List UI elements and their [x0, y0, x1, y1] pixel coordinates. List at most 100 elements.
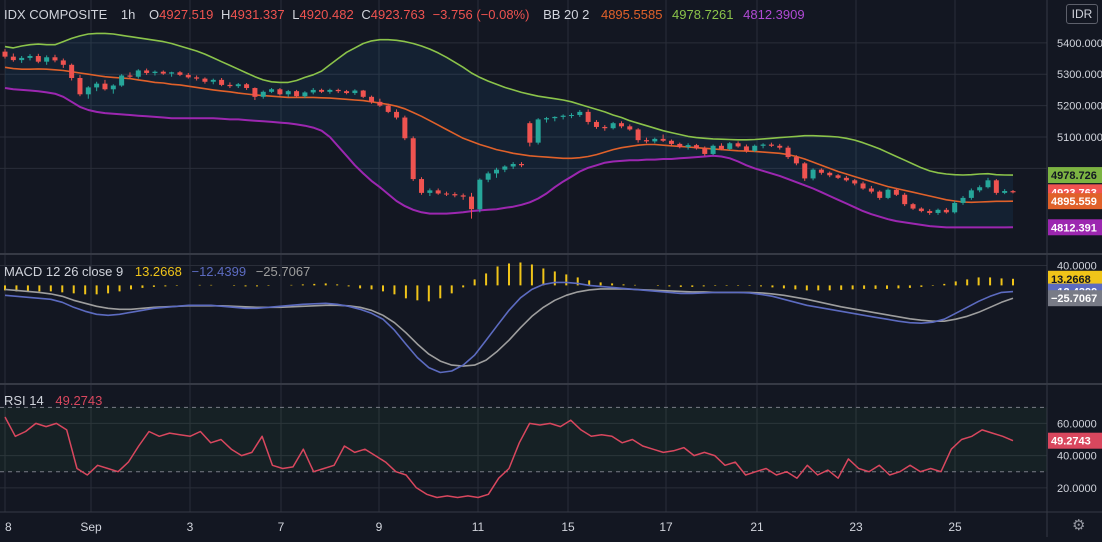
candle-body[interactable] — [310, 89, 316, 93]
candle-body[interactable] — [10, 56, 16, 61]
candle-body[interactable] — [627, 126, 633, 130]
candle-body[interactable] — [993, 180, 999, 193]
candle-body[interactable] — [860, 183, 866, 189]
candle-body[interactable] — [768, 144, 774, 146]
candle-body[interactable] — [227, 84, 233, 87]
candle-body[interactable] — [19, 57, 25, 61]
candle-body[interactable] — [119, 75, 125, 86]
candle-body[interactable] — [518, 163, 524, 166]
candle-body[interactable] — [35, 56, 41, 62]
candle-body[interactable] — [494, 169, 500, 174]
candle-body[interactable] — [635, 129, 641, 141]
candle-body[interactable] — [44, 57, 50, 62]
candle-body[interactable] — [269, 89, 275, 92]
candle-body[interactable] — [960, 197, 966, 203]
candle-body[interactable] — [435, 190, 441, 194]
candle-body[interactable] — [335, 89, 341, 92]
candle-body[interactable] — [893, 189, 899, 195]
candle-body[interactable] — [785, 147, 791, 158]
candle-body[interactable] — [419, 179, 425, 193]
candle-body[interactable] — [210, 79, 216, 82]
price-axes[interactable]: 5400.000 5300.000 5200.000 5100.000 40.0000 6… — [1048, 38, 1102, 495]
candle-body[interactable] — [77, 77, 83, 95]
candle-body[interactable] — [69, 64, 75, 78]
candle-body[interactable] — [818, 169, 824, 173]
candle-body[interactable] — [302, 92, 308, 97]
candle-body[interactable] — [360, 90, 366, 97]
candle-body[interactable] — [543, 118, 549, 120]
candle-body[interactable] — [593, 121, 599, 127]
candle-body[interactable] — [502, 166, 508, 170]
candle-body[interactable] — [135, 70, 141, 77]
candle-body[interactable] — [752, 145, 758, 151]
candle-body[interactable] — [977, 187, 983, 191]
candle-body[interactable] — [935, 209, 941, 213]
candle-body[interactable] — [610, 123, 616, 129]
candle-body[interactable] — [319, 89, 325, 92]
candle-body[interactable] — [110, 85, 116, 90]
candle-body[interactable] — [952, 202, 958, 213]
candle-body[interactable] — [735, 143, 741, 147]
candle-body[interactable] — [743, 146, 749, 151]
chart-stage[interactable]: 5400.000 5300.000 5200.000 5100.000 40.0000 6… — [0, 0, 1102, 537]
candle-body[interactable] — [535, 119, 541, 143]
bb-indicator-label[interactable]: BB 20 2 — [543, 7, 589, 22]
candle-body[interactable] — [718, 145, 724, 149]
candle-body[interactable] — [160, 71, 166, 74]
candle-body[interactable] — [668, 140, 674, 144]
candle-body[interactable] — [169, 72, 175, 74]
candle-body[interactable] — [385, 105, 391, 112]
candle-body[interactable] — [902, 194, 908, 205]
candle-body[interactable] — [394, 111, 400, 118]
candle-body[interactable] — [885, 189, 891, 198]
candle-body[interactable] — [252, 88, 258, 97]
candle-body[interactable] — [710, 145, 716, 154]
candle-body[interactable] — [685, 145, 691, 148]
candle-body[interactable] — [568, 115, 574, 117]
candle-body[interactable] — [927, 211, 933, 213]
candle-body[interactable] — [1010, 191, 1016, 193]
candle-body[interactable] — [910, 204, 916, 209]
candle-body[interactable] — [985, 180, 991, 188]
candle-body[interactable] — [527, 123, 533, 143]
candle-body[interactable] — [444, 193, 450, 195]
candle-body[interactable] — [652, 138, 658, 142]
candle-body[interactable] — [144, 70, 150, 73]
candle-body[interactable] — [410, 138, 416, 180]
candle-body[interactable] — [727, 143, 733, 149]
candle-body[interactable] — [177, 72, 183, 75]
candle-body[interactable] — [194, 77, 200, 79]
candle-body[interactable] — [285, 91, 291, 95]
candle-body[interactable] — [60, 60, 66, 65]
candle-body[interactable] — [693, 145, 699, 149]
candle-body[interactable] — [560, 115, 566, 117]
candle-body[interactable] — [277, 89, 283, 95]
candle-body[interactable] — [702, 148, 708, 154]
candle-body[interactable] — [552, 116, 558, 119]
candle-body[interactable] — [968, 190, 974, 198]
symbol-name[interactable]: IDX COMPOSITE — [4, 7, 107, 22]
candle-body[interactable] — [760, 144, 766, 146]
candle-body[interactable] — [602, 126, 608, 129]
candle-body[interactable] — [244, 84, 250, 89]
candle-body[interactable] — [102, 83, 108, 90]
candle-body[interactable] — [918, 208, 924, 212]
candle-body[interactable] — [643, 140, 649, 142]
candle-body[interactable] — [260, 91, 266, 97]
candle-body[interactable] — [402, 117, 408, 139]
gear-icon[interactable]: ⚙ — [1072, 516, 1085, 534]
candle-body[interactable] — [843, 177, 849, 181]
candle-body[interactable] — [52, 57, 58, 61]
candle-body[interactable] — [777, 145, 783, 148]
candle-body[interactable] — [660, 138, 666, 141]
candle-body[interactable] — [943, 209, 949, 213]
candle-body[interactable] — [2, 51, 8, 57]
candle-body[interactable] — [352, 90, 358, 94]
candle-body[interactable] — [327, 89, 333, 92]
candle-body[interactable] — [85, 87, 91, 95]
candle-body[interactable] — [235, 84, 241, 87]
candle-body[interactable] — [835, 175, 841, 178]
candle-body[interactable] — [94, 83, 100, 88]
candle-body[interactable] — [877, 191, 883, 198]
rsi-title[interactable]: RSI 14 — [4, 393, 44, 408]
